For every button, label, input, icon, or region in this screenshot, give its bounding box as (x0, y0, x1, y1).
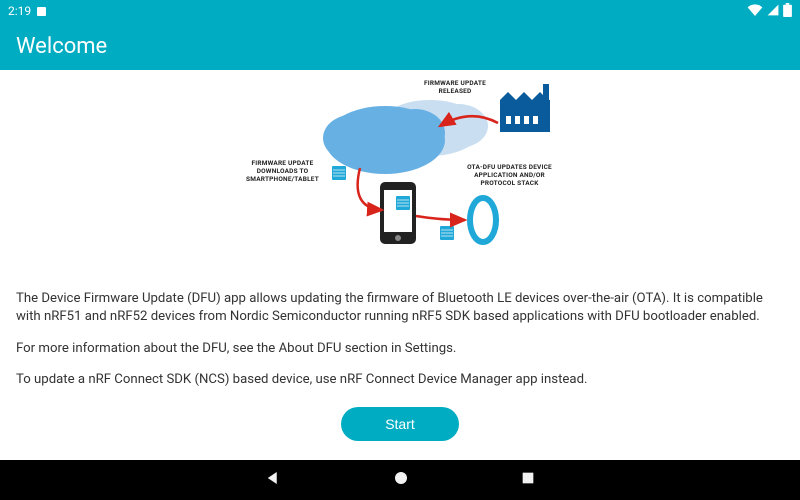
nav-back-icon[interactable] (264, 469, 282, 491)
diagram-label-download: FIRMWARE UPDATE DOWNLOADS TO SMARTPHONE/… (240, 160, 325, 183)
welcome-paragraph-1: The Device Firmware Update (DFU) app all… (16, 290, 784, 326)
status-bar: 2:19 (0, 0, 800, 22)
status-left: 2:19 (8, 4, 46, 18)
start-row: Start (0, 403, 800, 451)
nav-recent-icon[interactable] (520, 470, 536, 490)
nav-home-icon[interactable] (392, 469, 410, 491)
start-button[interactable]: Start (341, 407, 459, 441)
content-area: FIRMWARE UPDATE RELEASED FIRMWARE UPDATE… (0, 70, 800, 460)
diagram-label-released: FIRMWARE UPDATE RELEASED (410, 80, 500, 96)
page-title: Welcome (16, 34, 107, 59)
signal-icon (767, 4, 779, 19)
diagram-label-ota: OTA-DFU UPDATES DEVICE APPLICATION AND/O… (462, 164, 557, 187)
welcome-paragraph-2: For more information about the DFU, see … (16, 340, 784, 358)
welcome-body: The Device Firmware Update (DFU) app all… (0, 278, 800, 403)
status-right (747, 3, 792, 20)
app-bar: Welcome (0, 22, 800, 70)
app-indicator-icon (37, 7, 46, 16)
wifi-icon (747, 4, 763, 19)
status-time: 2:19 (8, 4, 31, 18)
welcome-paragraph-3: To update a nRF Connect SDK (NCS) based … (16, 371, 784, 389)
navigation-bar (0, 460, 800, 500)
dfu-diagram: FIRMWARE UPDATE RELEASED FIRMWARE UPDATE… (200, 78, 600, 258)
battery-icon (783, 3, 792, 20)
diagram-card: FIRMWARE UPDATE RELEASED FIRMWARE UPDATE… (14, 70, 786, 270)
